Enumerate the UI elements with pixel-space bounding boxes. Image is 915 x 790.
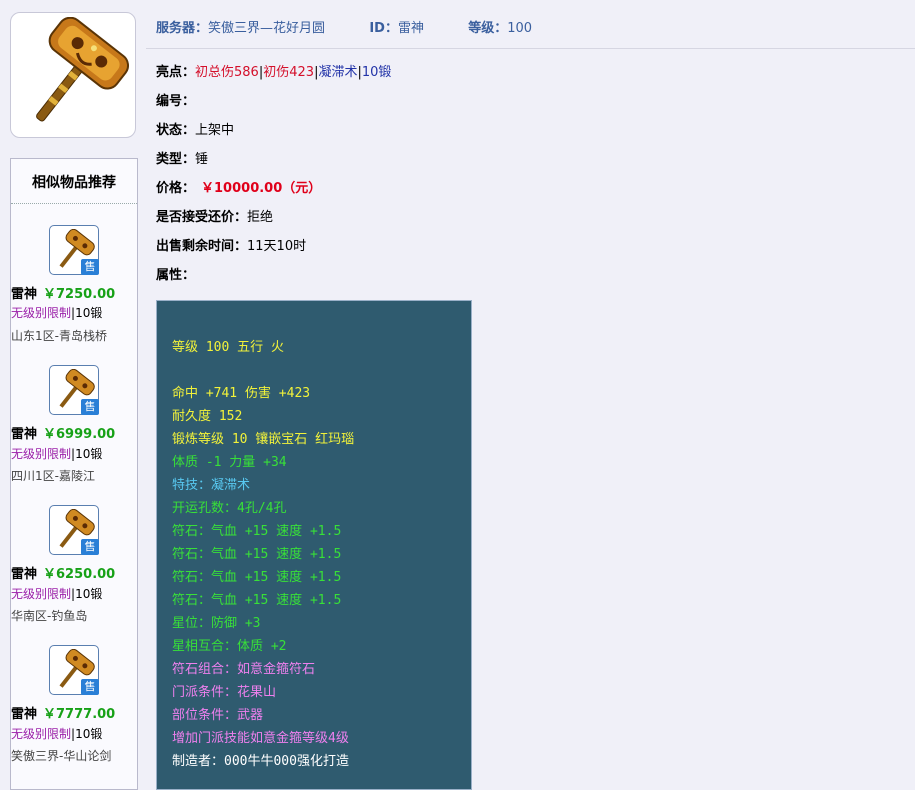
id-label: ID：: [369, 21, 398, 36]
attr-fortune-slots: 开运孔数：4孔/4孔: [172, 501, 287, 516]
item-header: 服务器：笑傲三界—花好月圆 ID：雷神 等级：100: [156, 17, 532, 36]
attr-rune-combo: 符石组合：如意金箍符石: [172, 662, 316, 677]
sale-badge: 售: [81, 539, 99, 555]
rec-thumbnail[interactable]: 售: [49, 505, 99, 555]
rec-item-price: ￥6999.00: [43, 427, 116, 442]
rec-item-forge: 10锻: [75, 447, 103, 461]
sale-badge: 售: [81, 259, 99, 275]
header-divider: [146, 48, 915, 49]
rec-item-name[interactable]: 雷神: [11, 287, 37, 302]
type-label: 类型：: [156, 152, 196, 167]
attr-level-element: 等级 100 五行 火: [172, 340, 284, 355]
rec-item-limit: 无级别限制: [11, 727, 72, 741]
status-row: 状态：上架中: [156, 119, 234, 138]
highlight-total-damage: 初总伤586: [195, 65, 259, 80]
level-label: 等级：: [468, 21, 508, 36]
rec-item-server: 四川1区-嘉陵江: [11, 469, 95, 483]
time-remaining-row: 出售剩余时间：11天10时: [156, 235, 306, 254]
sidebar-title: 相似物品推荐: [11, 159, 137, 204]
price-value: ￥10000.00（元）: [201, 181, 322, 196]
attr-rune-stone: 符石：气血 +15 速度 +1.5: [172, 547, 342, 562]
highlights-row: 亮点：初总伤586|初伤423|凝滞术|10锻: [156, 61, 391, 80]
id-value: 雷神: [397, 21, 424, 36]
attr-forge-gem: 锻炼等级 10 镶嵌宝石 红玛瑙: [172, 432, 355, 447]
highlight-skill: 凝滞术: [318, 65, 358, 80]
rec-item-price: ￥7777.00: [43, 707, 116, 722]
rec-thumbnail[interactable]: 售: [49, 365, 99, 415]
rec-item-name[interactable]: 雷神: [11, 567, 37, 582]
rec-thumbnail[interactable]: 售: [49, 645, 99, 695]
rec-item-price: ￥6250.00: [43, 567, 116, 582]
attr-hit-damage: 命中 +741 伤害 +423: [172, 386, 311, 401]
highlight-forge: 10锻: [361, 65, 392, 80]
status-label: 状态：: [156, 123, 196, 138]
type-row: 类型：锤: [156, 148, 208, 167]
bargain-value: 拒绝: [247, 210, 274, 225]
similar-items-sidebar: 相似物品推荐 售 雷神 ￥7250.00 无级别限制|10锻 山东1区-青岛栈桥 …: [10, 158, 138, 790]
server-label: 服务器：: [156, 21, 209, 36]
highlight-damage: 初伤423: [263, 65, 315, 80]
level-value: 100: [507, 21, 533, 36]
attr-special-skill: 特技：凝滞术: [172, 478, 251, 493]
hammer-weapon-icon: [36, 17, 129, 122]
rec-item-forge: 10锻: [75, 587, 103, 601]
attr-slot-requirement: 部位条件：武器: [172, 708, 264, 723]
attr-skill-bonus: 增加门派技能如意金箍等级4级: [172, 731, 349, 746]
sale-badge: 售: [81, 679, 99, 695]
serial-row: 编号：: [156, 90, 195, 109]
rec-item-forge: 10锻: [75, 306, 103, 320]
item-image: [10, 12, 136, 138]
rec-item-forge: 10锻: [75, 727, 103, 741]
attr-star-position: 星位：防御 +3: [172, 616, 261, 631]
price-label: 价格：: [156, 181, 196, 196]
attr-rune-stone: 符石：气血 +15 速度 +1.5: [172, 570, 342, 585]
attr-constitution-strength: 体质 -1 力量 +34: [172, 455, 287, 470]
attr-durability: 耐久度 152: [172, 409, 243, 424]
rec-item-price: ￥7250.00: [43, 287, 116, 302]
rec-item-server: 山东1区-青岛栈桥: [11, 329, 107, 343]
time-remaining-value: 11天10时: [247, 239, 307, 254]
highlights-label: 亮点：: [156, 65, 196, 80]
bargain-row: 是否接受还价：拒绝: [156, 206, 273, 225]
rec-item-limit: 无级别限制: [11, 587, 72, 601]
rec-item-server: 笑傲三界-华山论剑: [11, 749, 112, 763]
server-value: 笑傲三界—花好月圆: [208, 21, 326, 36]
rec-item-name[interactable]: 雷神: [11, 427, 37, 442]
attributes-panel: 等级 100 五行 火 命中 +741 伤害 +423 耐久度 152 锻炼等级…: [156, 300, 472, 790]
bargain-label: 是否接受还价：: [156, 210, 248, 225]
rec-item-name[interactable]: 雷神: [11, 707, 37, 722]
sale-badge: 售: [81, 399, 99, 415]
rec-item-server: 华南区-钓鱼岛: [11, 609, 88, 623]
attributes-row: 属性：: [156, 264, 195, 283]
time-remaining-label: 出售剩余时间：: [156, 239, 248, 254]
rec-item-limit: 无级别限制: [11, 306, 72, 320]
serial-label: 编号：: [156, 94, 196, 109]
price-row: 价格： ￥10000.00（元）: [156, 177, 321, 196]
attr-rune-stone: 符石：气血 +15 速度 +1.5: [172, 524, 342, 539]
attr-rune-stone: 符石：气血 +15 速度 +1.5: [172, 593, 342, 608]
status-value: 上架中: [195, 123, 235, 138]
attributes-label: 属性：: [156, 268, 196, 283]
attr-maker: 制造者：000牛牛000强化打造: [172, 754, 349, 769]
type-value: 锤: [195, 152, 209, 167]
rec-thumbnail[interactable]: 售: [49, 225, 99, 275]
attr-star-combo: 星相互合：体质 +2: [172, 639, 287, 654]
rec-item-limit: 无级别限制: [11, 447, 72, 461]
attr-sect-requirement: 门派条件：花果山: [172, 685, 277, 700]
